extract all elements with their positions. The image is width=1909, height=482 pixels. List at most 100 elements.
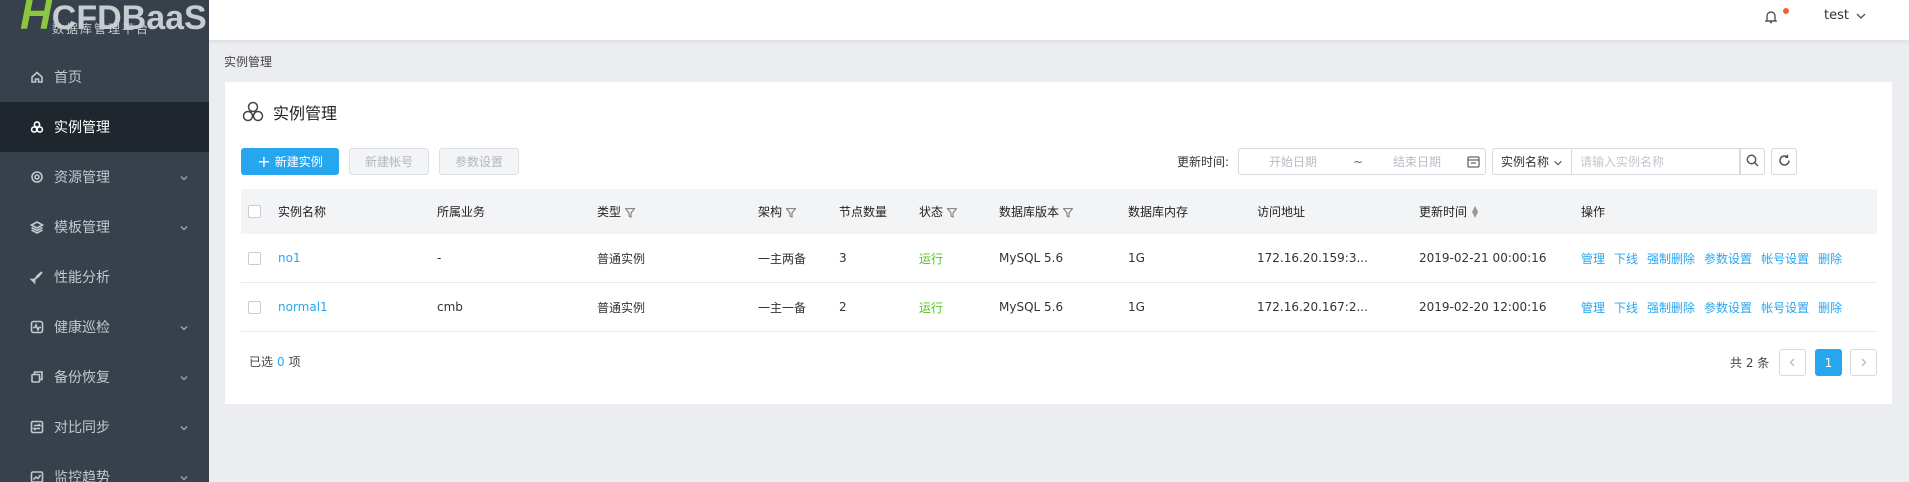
page-title: 实例管理 (241, 100, 337, 124)
page-button-current[interactable]: 1 (1815, 349, 1842, 376)
version-cell: MySQL 5.6 (999, 300, 1064, 314)
row-action-link[interactable]: 管理 (1581, 299, 1605, 316)
search-icon (1746, 154, 1759, 170)
chevron-left-icon (1788, 356, 1797, 370)
start-date-field[interactable]: 开始日期 (1239, 153, 1347, 170)
sidebar-item[interactable]: 对比同步 (0, 402, 209, 452)
sidebar-item[interactable]: 监控趋势 (0, 452, 209, 482)
row-action-link[interactable]: 删除 (1818, 250, 1842, 267)
chevron-down-icon (179, 421, 191, 433)
filter-icon[interactable] (946, 207, 958, 218)
column-header-filterable[interactable]: 架构 (758, 203, 839, 220)
next-page-button[interactable] (1850, 349, 1877, 376)
sidebar-item[interactable]: 资源管理 (0, 152, 209, 202)
sidebar-item[interactable]: 备份恢复 (0, 352, 209, 402)
type-cell: 普通实例 (597, 300, 646, 315)
row-action-link[interactable]: 删除 (1818, 299, 1842, 316)
row-action-link[interactable]: 参数设置 (1704, 299, 1752, 316)
column-header-label: 更新时间 (1419, 205, 1468, 219)
sidebar-item[interactable]: 模板管理 (0, 202, 209, 252)
memory-cell: 1G (1128, 300, 1145, 314)
search-button[interactable] (1740, 148, 1765, 175)
logo-subtitle: 数据库管理平台 (52, 22, 151, 36)
row-actions: 管理 下线 强制删除 参数设置 帐号设置 删除 (1581, 299, 1877, 316)
instances-icon (241, 100, 265, 124)
selection-summary: 已选 0 项 (249, 353, 301, 370)
sidebar-item-label: 模板管理 (54, 220, 110, 236)
chevron-down-icon (179, 171, 191, 183)
chevron-right-icon (1859, 356, 1868, 370)
sidebar-item-label: 健康巡检 (54, 320, 110, 336)
logo: HCFDBaaS 数据库管理平台 (0, 0, 209, 52)
end-date-field[interactable]: 结束日期 (1369, 153, 1465, 170)
instance-table: 实例名称 所属业务 类型 架构 节点数量 状态 数据库版本 数据库内存 访问地址… (241, 189, 1877, 332)
sidebar-item-label: 监控趋势 (54, 470, 110, 482)
param-settings-button[interactable]: 参数设置 (439, 148, 519, 175)
sidebar-item[interactable]: 性能分析 (0, 252, 209, 302)
updated-time-cell: 2019-02-21 00:00:16 (1419, 251, 1547, 265)
arch-cell: 一主两备 (758, 251, 807, 266)
select-all-checkbox[interactable] (248, 205, 261, 218)
version-cell: MySQL 5.6 (999, 251, 1064, 265)
top-header: test (209, 0, 1909, 41)
column-header-filterable[interactable]: 数据库版本 (999, 203, 1128, 220)
row-action-link[interactable]: 下线 (1614, 250, 1638, 267)
refresh-button[interactable] (1771, 148, 1797, 175)
new-instance-button[interactable]: + 新建实例 (241, 148, 339, 175)
sidebar: HCFDBaaS 数据库管理平台 首页 实例管理 资源管理模板管理性能分析健康巡检备… (0, 0, 209, 482)
row-checkbox[interactable] (248, 251, 261, 265)
filter-icon[interactable] (785, 207, 797, 218)
instance-card: 实例管理 + 新建实例 新建帐号 参数设置 更新时间: 开始日期 ~ 结束日期 … (225, 82, 1892, 404)
row-action-link[interactable]: 帐号设置 (1761, 250, 1809, 267)
business-cell: cmb (437, 300, 463, 314)
chart-icon (28, 468, 46, 482)
row-action-link[interactable]: 强制删除 (1647, 250, 1695, 267)
column-header-label: 状态 (919, 205, 944, 219)
page-title-text: 实例管理 (273, 104, 338, 123)
resource-icon (28, 168, 46, 186)
column-header: 访问地址 (1257, 205, 1306, 219)
column-header-sortable[interactable]: 更新时间 ▲ ▼ (1419, 203, 1581, 220)
sort-icon[interactable]: ▲ ▼ (1472, 204, 1478, 218)
rocket-icon (28, 268, 46, 286)
status-badge: 运行 (919, 300, 944, 315)
calendar-icon (1467, 155, 1481, 169)
instances-icon (28, 118, 46, 136)
instance-name-link[interactable]: no1 (278, 251, 301, 265)
date-range-picker[interactable]: 开始日期 ~ 结束日期 (1238, 148, 1486, 175)
filter-icon[interactable] (1062, 207, 1074, 218)
search-field-select[interactable]: 实例名称 (1492, 148, 1572, 175)
notification-dot (1783, 8, 1789, 14)
instance-name-link[interactable]: normal1 (278, 300, 328, 314)
search-input[interactable] (1572, 148, 1740, 175)
prev-page-button[interactable] (1779, 349, 1806, 376)
column-header: 操作 (1581, 205, 1606, 219)
row-checkbox[interactable] (248, 300, 261, 314)
update-time-label: 更新时间: (1177, 155, 1230, 169)
memory-cell: 1G (1128, 251, 1145, 265)
status-badge: 运行 (919, 251, 944, 266)
type-cell: 普通实例 (597, 251, 646, 266)
column-header-filterable[interactable]: 类型 (597, 203, 758, 220)
selection-prefix: 已选 (249, 355, 274, 369)
row-action-link[interactable]: 参数设置 (1704, 250, 1752, 267)
chevron-down-icon (1553, 157, 1563, 167)
sidebar-item[interactable]: 健康巡检 (0, 302, 209, 352)
refresh-icon (1778, 154, 1791, 170)
sidebar-item-label: 对比同步 (54, 420, 110, 436)
row-action-link[interactable]: 下线 (1614, 299, 1638, 316)
column-header: 实例名称 (278, 205, 327, 219)
username: test (1824, 8, 1849, 23)
address-cell: 172.16.20.159:3... (1257, 251, 1368, 265)
sidebar-item[interactable]: 实例管理 (0, 102, 209, 152)
row-action-link[interactable]: 帐号设置 (1761, 299, 1809, 316)
new-account-button[interactable]: 新建帐号 (349, 148, 429, 175)
row-action-link[interactable]: 强制删除 (1647, 299, 1695, 316)
table-header: 实例名称 所属业务 类型 架构 节点数量 状态 数据库版本 数据库内存 访问地址… (241, 189, 1877, 234)
row-action-link[interactable]: 管理 (1581, 250, 1605, 267)
column-header-filterable[interactable]: 状态 (919, 203, 999, 220)
user-menu[interactable]: test (1824, 8, 1867, 23)
bell-icon[interactable] (1764, 10, 1779, 24)
sidebar-item[interactable]: 首页 (0, 52, 209, 102)
filter-icon[interactable] (624, 207, 636, 218)
